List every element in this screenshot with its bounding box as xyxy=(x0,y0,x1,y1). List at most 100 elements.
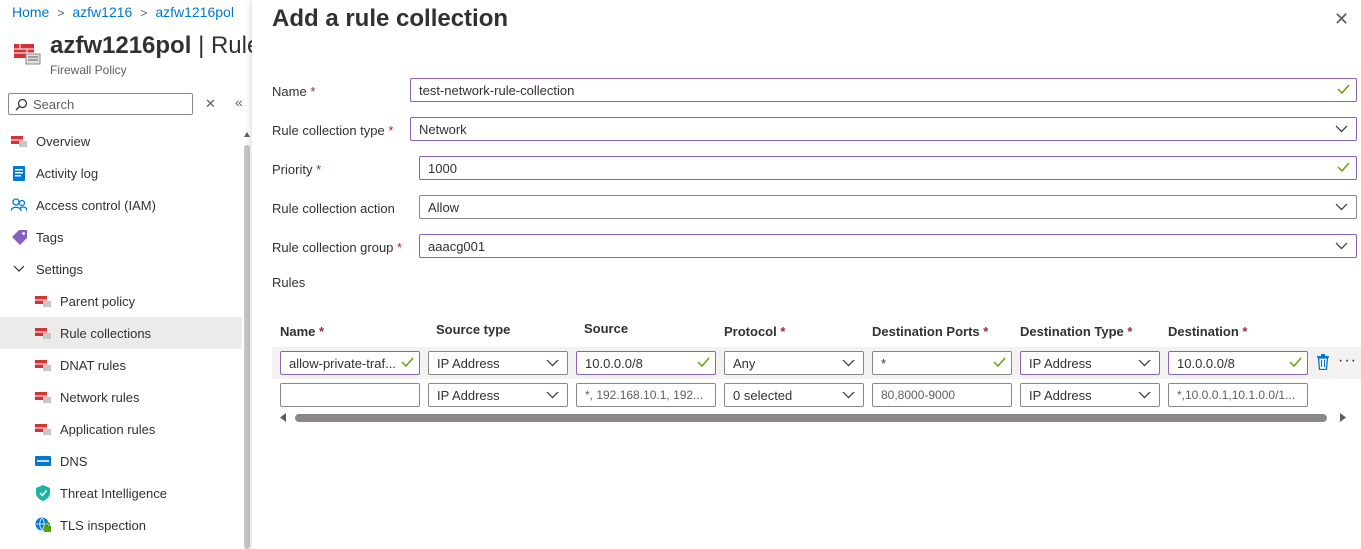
header-text: Destination Ports xyxy=(872,324,980,339)
nav-label: Activity log xyxy=(36,165,99,181)
source-placeholder: *, 192.168.10.1, 192... xyxy=(585,388,704,402)
nav-label: Tags xyxy=(36,229,64,245)
page-title-section: | Rule xyxy=(198,32,261,59)
breadcrumb-policy[interactable]: azfw1216pol xyxy=(155,4,234,20)
required-marker: * xyxy=(310,84,316,99)
source-type-dropdown[interactable]: IP Address xyxy=(428,351,568,375)
delete-icon[interactable] xyxy=(1316,354,1330,370)
scrollbar-thumb[interactable] xyxy=(295,414,1327,422)
breadcrumb-separator: > xyxy=(140,6,148,20)
checkmark-icon xyxy=(993,357,1006,368)
nav-item-parent-policy[interactable]: Parent policy xyxy=(0,285,242,317)
firewall-icon xyxy=(34,389,52,405)
nav-item-dnat-rules[interactable]: DNAT rules xyxy=(0,349,242,381)
close-icon[interactable]: ✕ xyxy=(1334,9,1349,30)
nav-group-settings[interactable]: Settings xyxy=(0,253,242,285)
clear-search-icon[interactable]: ✕ xyxy=(205,96,216,112)
resource-menu: Overview Activity log Access control (IA… xyxy=(0,125,242,541)
cell-value: 0 selected xyxy=(733,388,793,403)
left-scrollbar[interactable] xyxy=(244,145,250,549)
nav-item-network-rules[interactable]: Network rules xyxy=(0,381,242,413)
destination-input[interactable]: 10.0.0.0/8 xyxy=(1168,351,1308,375)
header-destination-type: Destination Type * xyxy=(1020,324,1132,339)
checkmark-icon xyxy=(1337,84,1350,95)
priority-input[interactable]: 1000 xyxy=(419,156,1357,180)
header-name: Name * xyxy=(280,324,324,339)
breadcrumb-firewall[interactable]: azfw1216 xyxy=(72,4,132,20)
destination-input[interactable]: *,10.0.0.1,10.1.0.0/1... xyxy=(1168,383,1308,407)
breadcrumb-home[interactable]: Home xyxy=(12,4,49,20)
more-options-icon[interactable]: ··· xyxy=(1338,352,1357,370)
nav-label: Rule collections xyxy=(60,325,152,341)
nav-item-overview[interactable]: Overview xyxy=(0,125,242,157)
scroll-up-icon[interactable] xyxy=(244,130,250,138)
rule-collection-type-dropdown[interactable]: Network xyxy=(410,117,1357,141)
destination-ports-input[interactable]: 80,8000-9000 xyxy=(872,383,1012,407)
header-text: Destination Type xyxy=(1020,324,1124,339)
nav-label: DNS xyxy=(60,453,88,469)
chevron-down-icon xyxy=(842,359,855,367)
chevron-down-icon xyxy=(1335,203,1348,211)
activity-log-icon xyxy=(10,165,28,181)
group-value: aaacg001 xyxy=(428,239,486,254)
required-marker: * xyxy=(983,324,989,339)
nav-label: Application rules xyxy=(60,421,156,437)
priority-label: Priority * xyxy=(272,162,321,177)
scroll-left-icon[interactable] xyxy=(280,413,287,422)
search-placeholder: Search xyxy=(33,97,75,112)
panel-title: Add a rule collection xyxy=(272,5,509,32)
nav-item-access-control[interactable]: Access control (IAM) xyxy=(0,189,242,221)
protocol-dropdown[interactable]: Any xyxy=(724,351,864,375)
destination-type-dropdown[interactable]: IP Address xyxy=(1020,351,1160,375)
firewall-icon xyxy=(34,293,52,309)
cell-value: 10.0.0.0/8 xyxy=(585,356,643,371)
tag-icon xyxy=(10,229,28,245)
search-input[interactable]: Search xyxy=(8,93,193,115)
name-label-text: Name xyxy=(272,84,307,99)
source-input[interactable]: *, 192.168.10.1, 192... xyxy=(576,383,716,407)
priority-value: 1000 xyxy=(428,161,457,176)
rule-collection-action-dropdown[interactable]: Allow xyxy=(419,195,1357,219)
nav-item-tls-inspection[interactable]: TLS inspection xyxy=(0,509,242,541)
rules-section-label: Rules xyxy=(272,275,306,290)
firewall-icon xyxy=(34,325,52,341)
name-input[interactable]: test-network-rule-collection xyxy=(410,78,1357,102)
resource-name: azfw1216pol xyxy=(50,32,192,59)
destination-ports-input[interactable]: * xyxy=(872,351,1012,375)
rule-name-input[interactable] xyxy=(280,383,420,407)
source-input[interactable]: 10.0.0.0/8 xyxy=(576,351,716,375)
cell-value: allow-private-traf... xyxy=(289,356,396,371)
nav-item-activity-log[interactable]: Activity log xyxy=(0,157,242,189)
cell-value: Any xyxy=(733,356,756,371)
nav-item-dns[interactable]: DNS xyxy=(0,445,242,477)
destination-placeholder: *,10.0.0.1,10.1.0.0/1... xyxy=(1177,388,1296,402)
nav-item-application-rules[interactable]: Application rules xyxy=(0,413,242,445)
nav-label: TLS inspection xyxy=(60,517,146,533)
add-rule-collection-panel: Add a rule collection ✕ Name * test-netw… xyxy=(252,0,1361,549)
rule-collection-group-dropdown[interactable]: aaacg001 xyxy=(419,234,1357,258)
cell-value: 10.0.0.0/8 xyxy=(1177,356,1235,371)
nav-item-threat-intelligence[interactable]: Threat Intelligence xyxy=(0,477,242,509)
protocol-dropdown[interactable]: 0 selected xyxy=(724,383,864,407)
chevron-down-icon xyxy=(1335,242,1348,250)
chevron-down-icon xyxy=(842,391,855,399)
source-type-dropdown[interactable]: IP Address xyxy=(428,383,568,407)
grid-horizontal-scrollbar[interactable] xyxy=(280,412,1346,422)
nav-item-tags[interactable]: Tags xyxy=(0,221,242,253)
cell-value: IP Address xyxy=(437,356,500,371)
nav-item-rule-collections[interactable]: Rule collections xyxy=(0,317,242,349)
destination-ports-placeholder: 80,8000-9000 xyxy=(881,388,956,402)
type-label-text: Rule collection type xyxy=(272,123,385,138)
scroll-right-icon[interactable] xyxy=(1339,413,1346,422)
destination-type-dropdown[interactable]: IP Address xyxy=(1020,383,1160,407)
checkmark-icon xyxy=(1289,357,1302,368)
people-icon xyxy=(10,197,28,213)
required-marker: * xyxy=(780,324,786,339)
collapse-menu-icon[interactable]: « xyxy=(235,94,243,110)
resource-type-label: Firewall Policy xyxy=(50,63,127,77)
tls-lock-icon xyxy=(34,517,52,533)
rule-name-input[interactable]: allow-private-traf... xyxy=(280,351,420,375)
required-marker: * xyxy=(1242,324,1248,339)
checkmark-icon xyxy=(401,357,414,368)
priority-label-text: Priority xyxy=(272,162,313,177)
